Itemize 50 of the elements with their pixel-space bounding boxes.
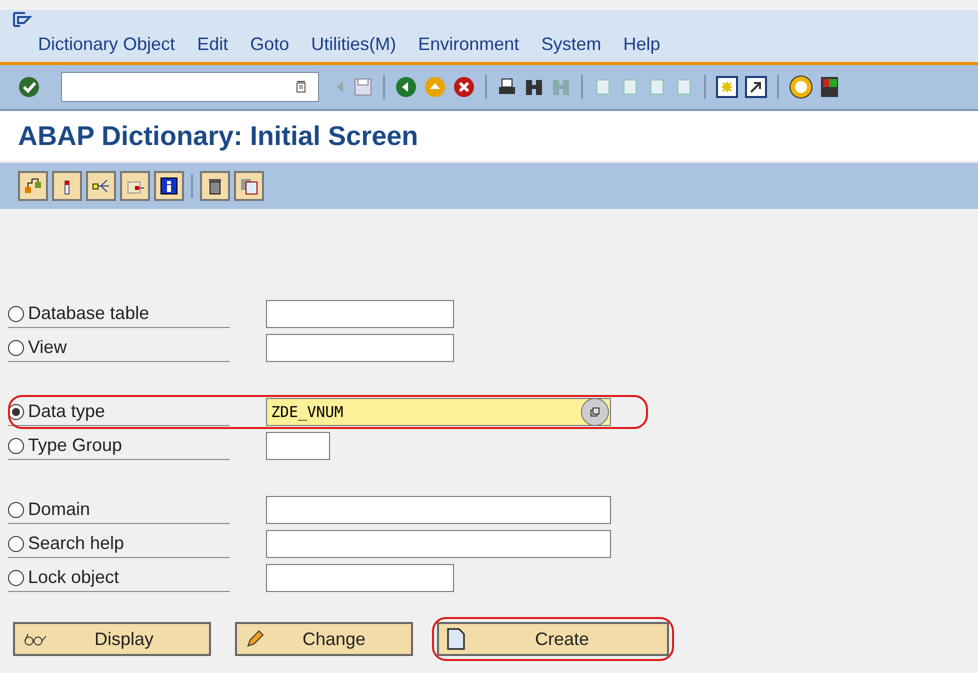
change-button[interactable]: Change — [235, 622, 413, 656]
radio-button[interactable] — [8, 404, 24, 420]
radio-button[interactable] — [8, 340, 24, 356]
menu-item[interactable]: Dictionary Object — [38, 34, 176, 55]
input-field[interactable] — [266, 530, 611, 558]
trash-icon[interactable] — [200, 171, 230, 201]
back-icon[interactable] — [395, 76, 417, 98]
command-field[interactable] — [61, 72, 319, 102]
menu-item[interactable]: Help — [623, 34, 660, 55]
value-help-icon[interactable] — [581, 398, 609, 426]
monitor-icon[interactable] — [820, 76, 838, 98]
input-field[interactable] — [266, 334, 454, 362]
field-label: Data type — [28, 401, 106, 422]
print-icon[interactable] — [497, 77, 517, 97]
menu-item[interactable]: Utilities(M) — [311, 34, 396, 55]
menu-item[interactable]: Goto — [250, 34, 290, 55]
glasses-icon — [23, 631, 47, 647]
radio-button[interactable] — [8, 306, 24, 322]
radio-button[interactable] — [8, 570, 24, 586]
input-field[interactable] — [266, 496, 611, 524]
display-button[interactable]: Display — [13, 622, 211, 656]
field-label: View — [28, 337, 67, 358]
info-icon[interactable] — [154, 171, 184, 201]
menu-item[interactable]: Edit — [197, 34, 228, 55]
input-field[interactable] — [266, 564, 454, 592]
radio-button[interactable] — [8, 536, 24, 552]
create-button[interactable]: Create — [437, 622, 669, 656]
menu-icon[interactable] — [12, 10, 32, 28]
input-field[interactable]: ZDE_VNUM — [266, 398, 611, 426]
check-icon[interactable] — [18, 76, 40, 98]
field-label: Database table — [28, 303, 150, 324]
field-label: Type Group — [28, 435, 122, 456]
hierarchy-icon[interactable] — [18, 171, 48, 201]
save-icon[interactable] — [353, 77, 373, 97]
radio-button[interactable] — [8, 502, 24, 518]
input-field[interactable] — [266, 300, 454, 328]
menu-item[interactable]: System — [541, 34, 602, 55]
field-label: Domain — [28, 499, 90, 520]
field-label: Lock object — [28, 567, 120, 588]
binoculars-icon[interactable] — [524, 77, 544, 97]
cancel-icon[interactable] — [453, 76, 475, 98]
radio-button[interactable] — [8, 438, 24, 454]
menu-item[interactable]: Environment — [418, 34, 520, 55]
field-label: Search help — [28, 533, 124, 554]
copy-icon[interactable] — [234, 171, 264, 201]
screen-title: ABAP Dictionary: Initial Screen — [18, 120, 418, 152]
input-field[interactable] — [266, 432, 330, 460]
document-icon — [447, 628, 465, 650]
shortcut-icon[interactable] — [745, 76, 767, 98]
pencil-icon — [245, 629, 265, 649]
